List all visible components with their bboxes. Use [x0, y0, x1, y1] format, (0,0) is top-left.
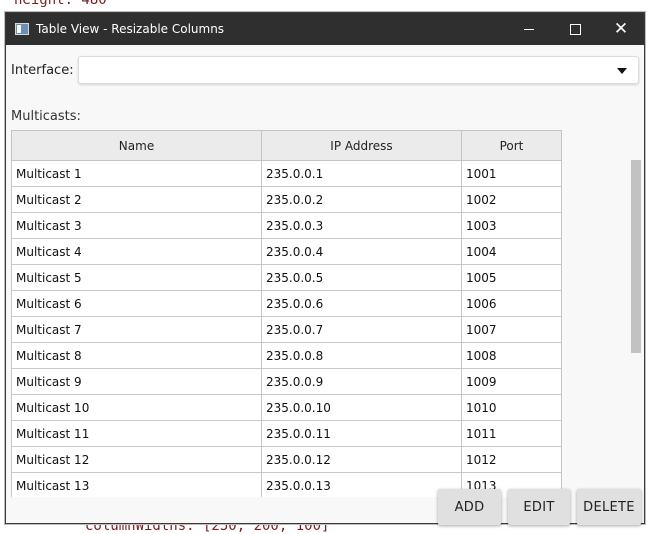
scrollbar-thumb[interactable]	[631, 160, 641, 353]
table-row[interactable]: Multicast 6 235.0.0.6 1006	[11, 290, 562, 317]
cell-ip-address[interactable]: 235.0.0.6	[261, 290, 462, 317]
interface-row: Interface:	[11, 56, 639, 84]
cell-name[interactable]: Multicast 12	[11, 446, 262, 473]
cell-ip-address[interactable]: 235.0.0.11	[261, 420, 462, 447]
cell-name[interactable]: Multicast 11	[11, 420, 262, 447]
table-row[interactable]: Multicast 9 235.0.0.9 1009	[11, 368, 562, 395]
cell-port[interactable]: 1010	[461, 394, 562, 421]
maximize-button[interactable]	[552, 13, 598, 45]
table-row[interactable]: Multicast 2 235.0.0.2 1002	[11, 186, 562, 213]
title-bar[interactable]: Table View - Resizable Columns ✕	[6, 13, 644, 45]
cell-port[interactable]: 1012	[461, 446, 562, 473]
table-row[interactable]: Multicast 4 235.0.0.4 1004	[11, 238, 562, 265]
background-code-top: height: 480	[14, 0, 107, 8]
multicast-table: Name IP Address Port Multicast 1 235.0.0.…	[11, 130, 562, 497]
close-icon: ✕	[613, 19, 629, 39]
cell-ip-address[interactable]: 235.0.0.5	[261, 264, 462, 291]
multicasts-label: Multicasts:	[11, 109, 81, 124]
cell-name[interactable]: Multicast 6	[11, 290, 262, 317]
interface-label: Interface:	[11, 62, 74, 78]
cell-port[interactable]: 1003	[461, 212, 562, 239]
cell-name[interactable]: Multicast 8	[11, 342, 262, 369]
cell-port[interactable]: 1007	[461, 316, 562, 343]
cell-port[interactable]: 1009	[461, 368, 562, 395]
table-row[interactable]: Multicast 10 235.0.0.10 1010	[11, 394, 562, 421]
table-row[interactable]: Multicast 5 235.0.0.5 1005	[11, 264, 562, 291]
cell-name[interactable]: Multicast 5	[11, 264, 262, 291]
window-content: Interface: Multicasts: Name IP Address P…	[6, 45, 644, 525]
cell-ip-address[interactable]: 235.0.0.12	[261, 446, 462, 473]
cell-ip-address[interactable]: 235.0.0.13	[261, 472, 462, 497]
table-body: Multicast 1 235.0.0.1 1001 Multicast 2 235.0…	[11, 160, 562, 497]
app-window: Table View - Resizable Columns ✕ Interfa…	[5, 12, 645, 525]
table-header-row: Name IP Address Port	[11, 130, 562, 161]
cell-port[interactable]: 1011	[461, 420, 562, 447]
add-button[interactable]: ADD	[438, 489, 501, 525]
cell-name[interactable]: Multicast 1	[11, 160, 262, 187]
cell-port[interactable]: 1006	[461, 290, 562, 317]
cell-name[interactable]: Multicast 13	[11, 472, 262, 497]
edit-button[interactable]: EDIT	[508, 489, 570, 525]
vertical-scrollbar[interactable]	[630, 160, 641, 497]
chevron-down-icon[interactable]	[617, 68, 627, 74]
window-controls: ✕	[506, 13, 644, 45]
window-title: Table View - Resizable Columns	[36, 22, 225, 36]
table-row[interactable]: Multicast 3 235.0.0.3 1003	[11, 212, 562, 239]
cell-name[interactable]: Multicast 9	[11, 368, 262, 395]
minimize-button[interactable]	[506, 13, 552, 45]
cell-port[interactable]: 1001	[461, 160, 562, 187]
app-window-icon	[15, 23, 29, 35]
cell-ip-address[interactable]: 235.0.0.8	[261, 342, 462, 369]
table-row[interactable]: Multicast 1 235.0.0.1 1001	[11, 160, 562, 187]
cell-ip-address[interactable]: 235.0.0.3	[261, 212, 462, 239]
column-header-port[interactable]: Port	[461, 130, 562, 161]
table-row[interactable]: Multicast 12 235.0.0.12 1012	[11, 446, 562, 473]
multicast-table-container: Name IP Address Port Multicast 1 235.0.0.…	[11, 130, 641, 497]
action-buttons: ADD EDIT DELETE	[438, 489, 641, 525]
cell-ip-address[interactable]: 235.0.0.4	[261, 238, 462, 265]
table-row[interactable]: Multicast 8 235.0.0.8 1008	[11, 342, 562, 369]
cell-ip-address[interactable]: 235.0.0.2	[261, 186, 462, 213]
cell-ip-address[interactable]: 235.0.0.9	[261, 368, 462, 395]
cell-name[interactable]: Multicast 4	[11, 238, 262, 265]
cell-ip-address[interactable]: 235.0.0.7	[261, 316, 462, 343]
table-row[interactable]: Multicast 7 235.0.0.7 1007	[11, 316, 562, 343]
close-button[interactable]: ✕	[598, 13, 644, 45]
column-header-ip-address[interactable]: IP Address	[261, 130, 462, 161]
cell-port[interactable]: 1005	[461, 264, 562, 291]
cell-name[interactable]: Multicast 7	[11, 316, 262, 343]
cell-port[interactable]: 1008	[461, 342, 562, 369]
cell-name[interactable]: Multicast 10	[11, 394, 262, 421]
cell-port[interactable]: 1004	[461, 238, 562, 265]
table-row[interactable]: Multicast 11 235.0.0.11 1011	[11, 420, 562, 447]
delete-button[interactable]: DELETE	[577, 489, 641, 525]
interface-select[interactable]	[77, 56, 639, 84]
cell-name[interactable]: Multicast 3	[11, 212, 262, 239]
cell-ip-address[interactable]: 235.0.0.10	[261, 394, 462, 421]
cell-ip-address[interactable]: 235.0.0.1	[261, 160, 462, 187]
cell-name[interactable]: Multicast 2	[11, 186, 262, 213]
cell-port[interactable]: 1002	[461, 186, 562, 213]
column-header-name[interactable]: Name	[11, 130, 262, 161]
